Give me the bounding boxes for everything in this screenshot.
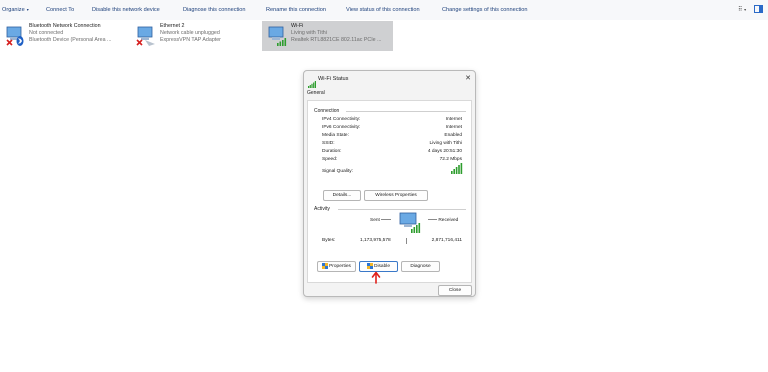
uac-shield-icon <box>367 262 373 269</box>
info-label: SSID: <box>322 141 335 146</box>
ethernet-adapter-icon <box>135 25 157 47</box>
tab-general[interactable]: General <box>307 90 325 96</box>
activity-section-heading: Activity <box>314 206 330 212</box>
info-value: 72.2 Mbps <box>439 157 462 162</box>
rename-connection-button[interactable]: Rename this connection <box>266 0 326 20</box>
general-tab-panel: Connection IPv4 Connectivity: Internet I… <box>307 100 472 284</box>
sent-label-group: Sent <box>370 218 392 223</box>
activity-divider <box>406 238 407 244</box>
wifi-adapter-icon <box>266 25 288 47</box>
bluetooth-adapter-icon <box>4 25 26 47</box>
bytes-label: Bytes: <box>322 238 336 243</box>
properties-button[interactable]: Properties <box>317 261 356 272</box>
network-activity-icon <box>398 212 422 234</box>
diagnose-button[interactable]: Diagnose <box>401 261 440 272</box>
bytes-received-value: 2,871,716,411 <box>431 238 462 243</box>
close-button[interactable]: Close <box>438 285 472 296</box>
signal-bar <box>455 167 458 174</box>
connection-device: Bluetooth Device (Personal Area ... <box>29 37 112 43</box>
dialog-title: Wi-Fi Status <box>318 76 349 82</box>
close-icon[interactable]: ✕ <box>465 71 471 87</box>
wifi-status-dialog: Wi-Fi Status ✕ General Connection IPv4 C… <box>303 70 476 297</box>
connection-device: Realtek RTL8821CE 802.11ac PCIe ... <box>291 37 382 43</box>
signal-quality-label: Signal Quality: <box>322 169 353 174</box>
connection-status: Living with Tithi <box>291 30 327 36</box>
details-button[interactable]: Details... <box>323 190 361 201</box>
diagnose-connection-button[interactable]: Diagnose this connection <box>183 0 246 20</box>
bytes-sent-value: 1,173,975,578 <box>360 238 391 243</box>
signal-bar <box>453 169 455 174</box>
command-bar: Organize ▾ Connect To Disable this networ… <box>0 0 768 20</box>
info-label: Speed: <box>322 157 338 162</box>
signal-bar <box>458 165 460 174</box>
uac-shield-icon <box>322 262 329 269</box>
sent-label: Sent <box>370 218 380 223</box>
info-label: Media State: <box>322 133 349 138</box>
connection-tile-bluetooth[interactable]: Bluetooth Network Connection Not connect… <box>0 21 128 51</box>
info-label: Duration: <box>322 149 342 154</box>
connection-device: ExpressVPN TAP Adapter <box>160 37 221 43</box>
signal-quality-icon <box>451 163 463 174</box>
dialog-title-bar[interactable]: Wi-Fi Status ✕ <box>304 71 475 88</box>
info-value: Living with Tithi <box>429 141 462 146</box>
signal-bar <box>460 163 463 174</box>
disable-device-button[interactable]: Disable this network device <box>92 0 160 20</box>
received-label-group: Received <box>428 218 458 223</box>
info-value: Internet <box>445 125 462 130</box>
view-options-icon[interactable]: ⠿ ▾ <box>738 5 746 15</box>
chevron-down-icon: ▾ <box>26 7 29 12</box>
received-label: Received <box>438 218 459 223</box>
signal-bars-icon <box>308 75 316 88</box>
change-settings-button[interactable]: Change settings of this connection <box>442 0 528 20</box>
connection-name: Bluetooth Network Connection <box>29 23 101 29</box>
disable-label: Disable <box>374 264 390 269</box>
info-label: IPv6 Connectivity: <box>322 125 361 130</box>
signal-bar <box>451 171 453 174</box>
info-label: IPv4 Connectivity: <box>322 117 361 122</box>
connection-status: Network cable unplugged <box>160 30 220 36</box>
wireless-properties-button[interactable]: Wireless Properties <box>364 190 428 201</box>
connect-to-button[interactable]: Connect To <box>46 0 74 20</box>
properties-label: Properties <box>329 264 351 269</box>
section-divider <box>346 111 466 112</box>
connection-tile-ethernet[interactable]: Ethernet 2 Network cable unplugged Expre… <box>131 21 261 51</box>
section-divider <box>338 209 466 210</box>
view-status-button[interactable]: View status of this connection <box>346 0 420 20</box>
connection-name: Wi-Fi <box>291 23 304 29</box>
connection-name: Ethernet 2 <box>160 23 185 29</box>
info-value: Enabled <box>444 133 462 138</box>
connection-tile-wifi[interactable]: Wi-Fi Living with Tithi Realtek RTL8821C… <box>262 21 393 51</box>
organize-label: Organize <box>2 7 25 13</box>
connection-status: Not connected <box>29 30 64 36</box>
info-value: 4 days 20:51:30 <box>427 149 462 154</box>
connection-section-heading: Connection <box>314 108 340 114</box>
organize-menu[interactable]: Organize ▾ <box>2 0 29 20</box>
preview-pane-icon[interactable] <box>754 5 763 15</box>
info-value: Internet <box>445 117 462 122</box>
annotation-arrow-icon <box>371 271 381 284</box>
